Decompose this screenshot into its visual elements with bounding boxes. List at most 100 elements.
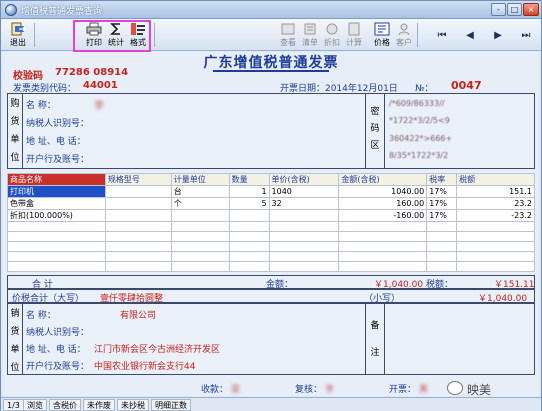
item-spec-cell[interactable]: [104, 209, 172, 222]
table-row[interactable]: 打印机 台 1 1040 1040.00 17% 151.1: [7, 185, 535, 198]
buyer-side-label: 购 货 单 位: [10, 99, 20, 163]
totals-row: 合 计 金额： ￥1,040.00 税额： ￥151.11: [7, 275, 535, 290]
divider: [22, 304, 23, 374]
title-bar: 增值税普通发票查询 - □ ×: [1, 1, 541, 19]
item-name-cell[interactable]: 色带盒: [7, 197, 106, 210]
maximize-button[interactable]: □: [507, 3, 522, 16]
seller-taxid-label: 纳税人识别号：: [26, 328, 90, 338]
table-row[interactable]: 色带盒 个 5 32 160.00 17% 23.2: [7, 197, 535, 210]
item-unit-cell[interactable]: 个: [170, 197, 230, 210]
app-icon: [5, 4, 17, 16]
toolbar-separator: [154, 23, 155, 47]
title-underline: [213, 70, 329, 72]
item-unit-cell[interactable]: [170, 209, 230, 222]
item-tax-cell[interactable]: 151.1: [456, 185, 535, 198]
column-header[interactable]: 税额: [456, 173, 535, 186]
item-qty-cell[interactable]: 5: [228, 197, 270, 210]
item-qty-cell[interactable]: [228, 209, 270, 222]
divider: [365, 304, 366, 374]
item-price-cell[interactable]: 1040: [268, 185, 340, 198]
column-header[interactable]: 商品名称: [7, 173, 106, 186]
column-header[interactable]: 规格型号: [104, 173, 172, 186]
last-record-button[interactable]: ⏭: [515, 28, 537, 44]
seller-bank-label: 开户行及账号：: [26, 362, 90, 372]
price-icon: [374, 22, 390, 36]
item-amount-cell[interactable]: -160.00: [338, 209, 428, 222]
item-unit-cell[interactable]: 台: [170, 185, 230, 198]
record-position: 1/3: [3, 399, 24, 411]
calc-button[interactable]: 计算: [341, 21, 367, 49]
item-amount-cell[interactable]: 160.00: [338, 197, 428, 210]
column-header[interactable]: 单价(含税): [268, 173, 340, 186]
wechat-icon: [447, 381, 463, 395]
close-button[interactable]: ×: [523, 3, 539, 16]
next-record-button[interactable]: ▶: [487, 28, 509, 44]
item-qty-cell[interactable]: 1: [228, 185, 270, 198]
toolbar-separator: [34, 23, 35, 47]
check-code-label: 校验码: [13, 71, 43, 82]
cipher-line: /*609/86333//: [389, 99, 445, 108]
seller-bank-value: 中国农业银行新会支行44: [94, 362, 196, 372]
column-header[interactable]: 数量: [228, 173, 270, 186]
table-row-empty: [7, 241, 535, 252]
divider: [365, 94, 366, 168]
buyer-addr-label: 地 址、电 话：: [26, 137, 86, 147]
item-rate-cell[interactable]: 17%: [426, 197, 458, 210]
item-tax-cell[interactable]: -23.2: [456, 209, 535, 222]
table-row-empty: [7, 251, 535, 262]
payee-value: 梁: [231, 385, 241, 395]
column-header[interactable]: 税率: [426, 173, 458, 186]
seller-addr-value: 江门市新会区今古洲经济开发区: [94, 345, 221, 355]
item-tax-cell[interactable]: 23.2: [456, 197, 535, 210]
remark-label: 备 注: [370, 321, 380, 358]
status-copytax: 未抄税: [117, 399, 149, 411]
customer-icon: [398, 23, 410, 36]
drawer-label: 开票：: [389, 385, 417, 395]
first-record-button[interactable]: ⏮: [431, 28, 453, 44]
invoice-query-window: 增值税普通发票查询 - □ × 退出 打印 统计 格式 查看 清单 折扣 计算 …: [0, 0, 542, 411]
status-detail: 明细正数: [151, 399, 191, 411]
minimize-button[interactable]: -: [491, 3, 506, 16]
table-row-empty: [7, 221, 535, 232]
table-row-empty: [7, 231, 535, 242]
buyer-name-label: 名 称：: [26, 101, 56, 111]
item-price-cell[interactable]: 32: [268, 197, 340, 210]
item-spec-cell[interactable]: [104, 185, 172, 198]
list-icon: [304, 23, 316, 35]
number-value: 0047: [451, 79, 482, 92]
status-bar: 1/3 浏览 含税价 未作废 未抄税 明细正数: [1, 397, 541, 411]
item-spec-cell[interactable]: [104, 197, 172, 210]
item-amount-cell[interactable]: 1040.00: [338, 185, 428, 198]
item-rate-cell[interactable]: 17%: [426, 209, 458, 222]
table-header: 商品名称 规格型号 计量单位 数量 单价(含税) 金额(含税) 税率 税额: [7, 173, 535, 186]
seller-addr-label: 地 址、电 话：: [26, 345, 86, 355]
cipher-line: *1722*3/2/5<9: [389, 116, 450, 125]
divider: [22, 94, 23, 168]
drawer-value: 黄: [419, 385, 429, 395]
payee-label: 收款：: [201, 385, 229, 395]
buyer-bank-label: 开户行及账号：: [26, 155, 90, 165]
column-header[interactable]: 金额(含税): [338, 173, 428, 186]
divider: [384, 94, 385, 168]
cipher-side-label: 密 码 区: [370, 107, 380, 151]
table-row[interactable]: 折扣(100.000%) -160.00 17% -23.2: [7, 209, 535, 222]
item-name-cell[interactable]: 打印机: [7, 185, 106, 198]
seller-side-label: 销 货 单 位: [10, 309, 20, 373]
highlight-frame: [73, 20, 151, 52]
customer-button[interactable]: 客户: [391, 21, 417, 49]
grand-total-row: 价税合计（大写） 壹仟零肆拾圆整 （小写） ￥1,040.00: [7, 289, 535, 304]
buyer-taxid-label: 纳税人识别号：: [26, 119, 90, 129]
window-title: 增值税普通发票查询: [21, 7, 103, 17]
item-rate-cell[interactable]: 17%: [426, 185, 458, 198]
exit-icon: [11, 22, 26, 36]
seller-name-value: 有限公司: [120, 311, 157, 321]
prev-record-button[interactable]: ◀: [459, 28, 481, 44]
reviewer-value: 李: [325, 385, 335, 395]
toolbar-separator: [417, 23, 418, 47]
item-price-cell[interactable]: [268, 209, 340, 222]
items-table: 商品名称 规格型号 计量单位 数量 单价(含税) 金额(含税) 税率 税额 打印…: [7, 173, 535, 272]
column-header[interactable]: 计量单位: [170, 173, 230, 186]
seller-section: 销 货 单 位 名 称： 有限公司 纳税人识别号： 地 址、电 话： 江门市新会…: [7, 303, 535, 375]
item-name-cell[interactable]: 折扣(100.000%): [7, 209, 106, 222]
exit-button[interactable]: 退出: [5, 21, 31, 49]
